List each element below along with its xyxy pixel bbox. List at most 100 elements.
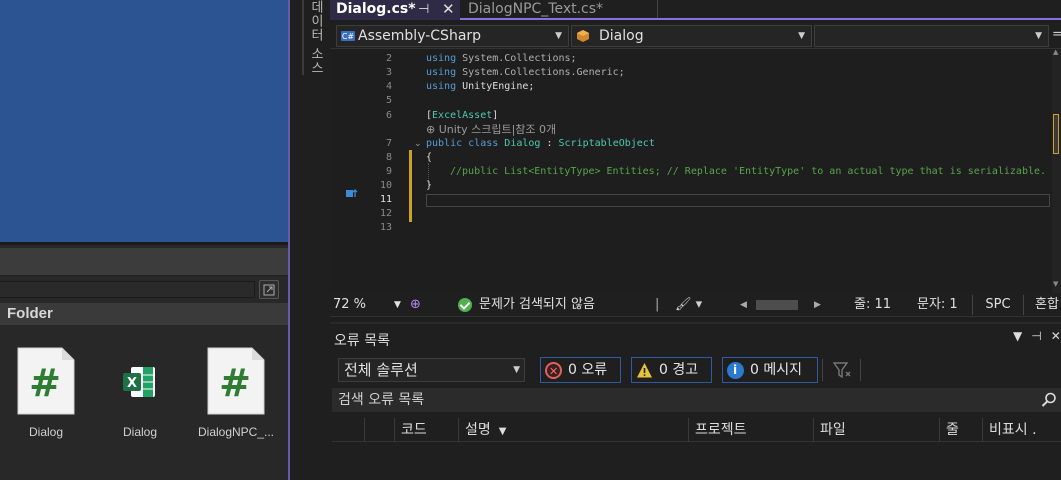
line-number: 9 bbox=[385, 166, 392, 177]
scene-view[interactable] bbox=[0, 0, 288, 245]
code-cleanup-icon[interactable]: 🖌 ▾ bbox=[675, 293, 702, 317]
line-number: 8 bbox=[385, 152, 392, 163]
window-controls: ▼ ⊣ ✕ bbox=[1013, 329, 1061, 343]
asset-item[interactable]: # DialogNPC_... bbox=[196, 345, 276, 445]
line-number: 10 bbox=[379, 180, 392, 191]
asset-glyph: # bbox=[29, 361, 61, 405]
scroll-down-icon[interactable]: ▼ bbox=[1053, 280, 1058, 288]
scope-value: 전체 솔루션 bbox=[344, 361, 418, 379]
issues-status[interactable]: 문제가 검색되지 않음 bbox=[479, 293, 595, 317]
line-number: 2 bbox=[385, 53, 392, 64]
column-header-suppressed[interactable]: 비표시 . bbox=[982, 418, 1061, 442]
pin-icon[interactable]: ⊣ bbox=[418, 0, 429, 19]
close-icon[interactable]: ✕ bbox=[1051, 329, 1061, 343]
asset-label: Dialog bbox=[28, 425, 64, 439]
unity-panel: Folder # Dialog X Dialog # DialogNPC_... bbox=[0, 0, 288, 480]
class-dropdown[interactable]: Dialog ▼ bbox=[571, 25, 812, 47]
line-ending-indicator[interactable]: 혼합 bbox=[1035, 293, 1059, 317]
tab-dialognpc-text-cs[interactable]: DialogNPC_Text.cs* bbox=[462, 0, 657, 20]
chevron-down-icon: ▼ bbox=[555, 31, 562, 41]
check-circle-icon bbox=[458, 298, 472, 312]
line-number: 12 bbox=[379, 208, 392, 219]
change-marker bbox=[409, 150, 412, 222]
code-line: [ExcelAsset] bbox=[426, 110, 499, 121]
column-header-description[interactable]: 설명 ▼ bbox=[458, 418, 688, 442]
scroll-left-icon[interactable]: ◀ bbox=[740, 293, 747, 317]
scope-dropdown[interactable]: 전체 솔루션 ▼ bbox=[338, 358, 525, 382]
class-name: Dialog bbox=[599, 28, 644, 44]
toolbar-separator bbox=[822, 359, 823, 381]
asset-glyph: X bbox=[127, 376, 137, 391]
project-search-field[interactable] bbox=[0, 281, 255, 298]
errors-filter-button[interactable]: 0 오류 bbox=[540, 357, 621, 384]
scroll-up-icon[interactable]: ▲ bbox=[1053, 48, 1058, 56]
copilot-icon[interactable]: ⊕ bbox=[410, 293, 421, 317]
warnings-filter-button[interactable]: 0 경고 bbox=[631, 357, 712, 383]
search-icon[interactable] bbox=[1041, 392, 1057, 408]
chevron-down-icon: ▼ bbox=[798, 31, 805, 41]
column-header-severity[interactable] bbox=[332, 418, 364, 442]
zoom-level[interactable]: 72 % bbox=[333, 293, 366, 317]
scrollbar-change-marker bbox=[1053, 114, 1059, 154]
whitespace-indicator[interactable]: SPC bbox=[972, 295, 1024, 315]
vertical-scrollbar[interactable]: ▲ ▼ bbox=[1052, 48, 1061, 293]
column-header-code[interactable]: 코드 bbox=[394, 418, 458, 442]
fold-chevron-icon[interactable]: ⌄ bbox=[414, 139, 422, 149]
asset-label: DialogNPC_... bbox=[197, 425, 275, 439]
char-indicator[interactable]: 문자: 1 bbox=[917, 293, 958, 317]
column-header-suppression[interactable] bbox=[364, 418, 394, 442]
tab-label: DialogNPC_Text.cs* bbox=[468, 1, 604, 17]
sort-descending-icon: ▼ bbox=[498, 426, 507, 437]
error-search-input[interactable]: 검색 오류 목록 bbox=[332, 388, 1061, 412]
external-link-icon[interactable] bbox=[259, 280, 279, 299]
code-area[interactable]: 2 3 4 5 6 7 8 9 10 11 12 13 ⌄ using Syst… bbox=[330, 50, 1052, 293]
chevron-down-icon[interactable]: ▼ bbox=[1013, 329, 1022, 343]
column-header-line[interactable]: 줄 bbox=[939, 418, 982, 442]
svg-text:C#: C# bbox=[342, 32, 355, 41]
column-header-project[interactable]: 프로젝트 bbox=[688, 418, 813, 442]
asset-label: Dialog bbox=[122, 425, 158, 439]
pin-icon[interactable]: ⊣ bbox=[1031, 329, 1041, 343]
side-tab-label: 데이터 소스 bbox=[308, 0, 323, 76]
line-number: 6 bbox=[385, 110, 392, 121]
messages-count: 0 메시지 bbox=[750, 362, 802, 378]
code-line: //public List<EntityType> Entities; // R… bbox=[450, 166, 1047, 177]
split-editor-icon[interactable]: = bbox=[1052, 27, 1061, 42]
code-line: public class Dialog : ScriptableObject bbox=[426, 138, 655, 149]
code-line: using System.Collections.Generic; bbox=[426, 67, 625, 78]
scrollbar-thumb[interactable] bbox=[756, 300, 798, 310]
asset-item[interactable]: X Dialog bbox=[100, 345, 180, 445]
side-tool-tab[interactable]: 데이터 소스 bbox=[290, 0, 330, 480]
chevron-down-icon[interactable]: ▼ bbox=[394, 293, 401, 317]
line-indicator[interactable]: 줄: 11 bbox=[854, 293, 891, 317]
horizontal-scrollbar[interactable]: ◀ ▶ bbox=[740, 293, 825, 317]
editor-status-bar: 72 % ▼ ⊕ 문제가 검색되지 않음 | 🖌 ▾ ◀ ▶ 줄: 11 문자:… bbox=[330, 293, 1061, 317]
project-name: Assembly-CSharp bbox=[358, 28, 482, 44]
scroll-right-icon[interactable]: ▶ bbox=[814, 293, 821, 317]
messages-filter-button[interactable]: 0 메시지 bbox=[722, 357, 818, 383]
class-icon bbox=[577, 30, 589, 42]
folder-title: Folder bbox=[7, 305, 53, 322]
close-icon[interactable]: ✕ bbox=[442, 0, 455, 19]
csharp-script-icon: # bbox=[207, 347, 265, 415]
toolbar-separator bbox=[860, 359, 861, 381]
tab-divider bbox=[657, 0, 658, 18]
tab-dialog-cs[interactable]: Dialog.cs* ⊣ ✕ bbox=[330, 0, 460, 20]
folder-breadcrumb: Folder bbox=[0, 303, 288, 325]
csharp-script-icon: # bbox=[17, 347, 75, 415]
filter-icon[interactable] bbox=[833, 362, 853, 380]
asset-glyph: # bbox=[219, 361, 251, 405]
column-header-file[interactable]: 파일 bbox=[813, 418, 939, 442]
current-line-highlight bbox=[426, 194, 1050, 207]
codelens-references[interactable]: ⊕ Unity 스크립트|참조 0개 bbox=[426, 121, 556, 137]
document-tabs: Dialog.cs* ⊣ ✕ DialogNPC_Text.cs* bbox=[330, 0, 1061, 20]
screen: Folder # Dialog X Dialog # DialogNPC_...… bbox=[0, 0, 1061, 480]
code-line: } bbox=[426, 180, 433, 191]
project-dropdown[interactable]: C# Assembly-CSharp ▼ bbox=[336, 25, 569, 47]
error-icon bbox=[545, 360, 562, 384]
member-dropdown[interactable]: ▼ bbox=[814, 25, 1049, 47]
line-number: 13 bbox=[379, 222, 392, 233]
line-number: 5 bbox=[385, 95, 392, 106]
asset-item[interactable]: # Dialog bbox=[6, 345, 86, 445]
chevron-down-icon: ▼ bbox=[513, 365, 520, 375]
